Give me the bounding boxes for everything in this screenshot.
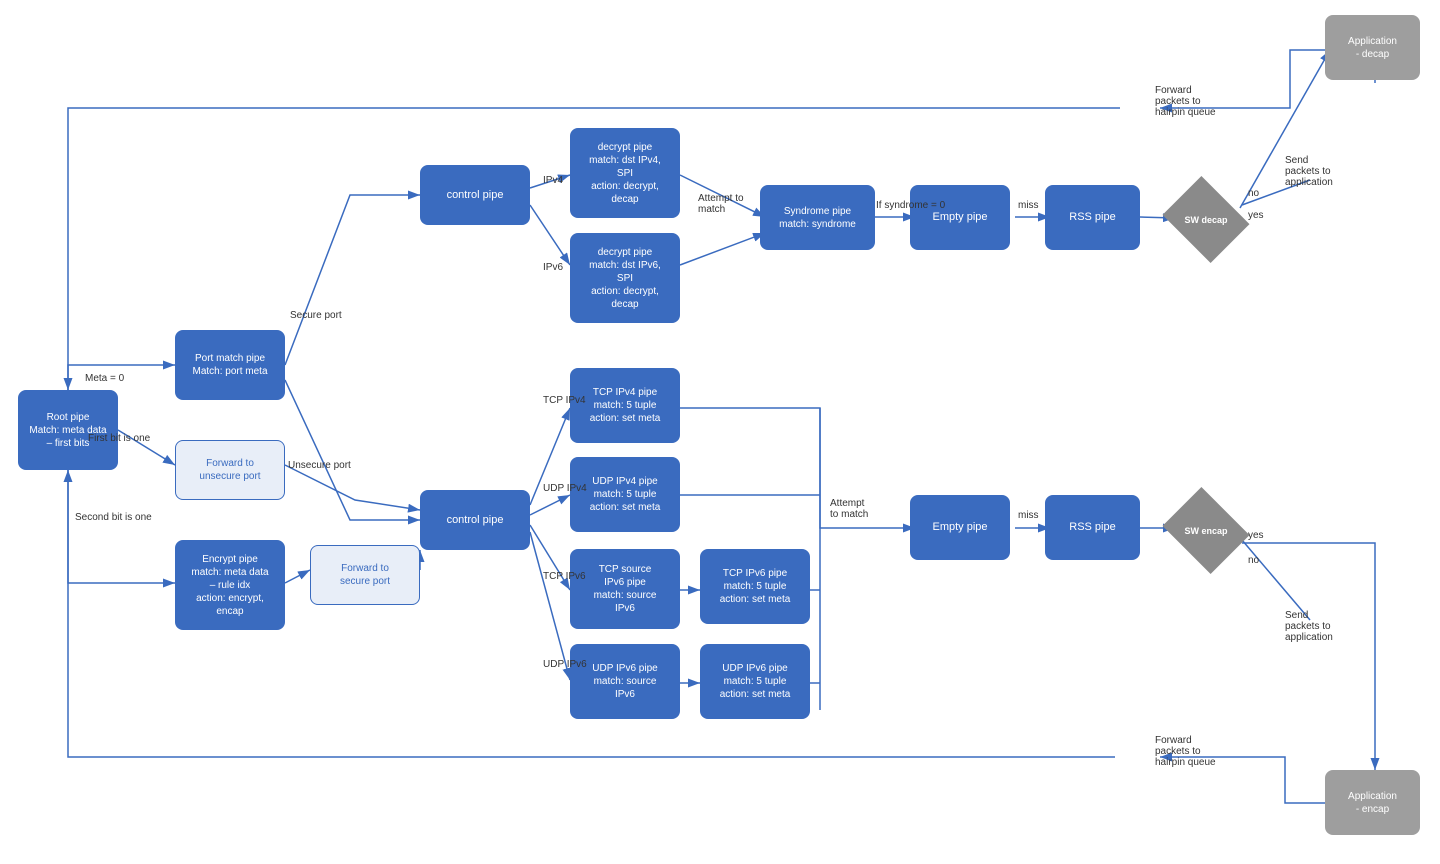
tcp-source-ipv6-pipe: TCP source IPv6 pipe match: source IPv6	[570, 549, 680, 629]
udp-ipv6-pipe-src: UDP IPv6 pipe match: source IPv6	[570, 644, 680, 719]
tcp-ipv6-pipe: TCP IPv6 pipe match: 5 tuple action: set…	[700, 549, 810, 624]
label-no-top: no	[1248, 188, 1259, 199]
sw-encap-diamond: SW encap	[1172, 503, 1240, 558]
forward-unsecure-port: Forward to unsecure port	[175, 440, 285, 500]
decrypt-pipe-ipv4: decrypt pipe match: dst IPv4, SPI action…	[570, 128, 680, 218]
root-pipe: Root pipe Match: meta data – first bits	[18, 390, 118, 470]
sw-decap-diamond: SW decap	[1172, 192, 1240, 247]
label-attempt-match-top: Attempt to match	[698, 193, 744, 215]
syndrome-pipe: Syndrome pipe match: syndrome	[760, 185, 875, 250]
label-first-bit: First bit is one	[88, 433, 150, 444]
rss-pipe-bottom: RSS pipe	[1045, 495, 1140, 560]
label-udp-ipv6: UDP IPv6	[543, 659, 587, 670]
label-no-bottom: no	[1248, 555, 1259, 566]
label-tcp-ipv4: TCP IPv4	[543, 395, 586, 406]
label-forward-hairpin-bottom: Forward packets to hairpin queue	[1155, 735, 1216, 768]
label-miss-top: miss	[1018, 200, 1039, 211]
rss-pipe-top: RSS pipe	[1045, 185, 1140, 250]
label-forward-hairpin-top: Forward packets to hairpin queue	[1155, 85, 1216, 118]
label-meta-0: Meta = 0	[85, 373, 124, 384]
decrypt-pipe-ipv6: decrypt pipe match: dst IPv6, SPI action…	[570, 233, 680, 323]
label-secure-port: Secure port	[290, 310, 342, 321]
control-pipe-top: control pipe	[420, 165, 530, 225]
empty-pipe-bottom: Empty pipe	[910, 495, 1010, 560]
encrypt-pipe: Encrypt pipe match: meta data – rule idx…	[175, 540, 285, 630]
label-send-app-bottom: Send packets to application	[1285, 610, 1333, 643]
label-if-syndrome: If syndrome = 0	[876, 200, 945, 211]
label-second-bit: Second bit is one	[75, 512, 152, 523]
label-send-app-top: Send packets to application	[1285, 155, 1333, 188]
empty-pipe-top: Empty pipe	[910, 185, 1010, 250]
label-udp-ipv4: UDP IPv4	[543, 483, 587, 494]
tcp-ipv4-pipe: TCP IPv4 pipe match: 5 tuple action: set…	[570, 368, 680, 443]
udp-ipv6-pipe: UDP IPv6 pipe match: 5 tuple action: set…	[700, 644, 810, 719]
udp-ipv4-pipe: UDP IPv4 pipe match: 5 tuple action: set…	[570, 457, 680, 532]
label-yes-top: yes	[1248, 210, 1264, 221]
control-pipe-bottom: control pipe	[420, 490, 530, 550]
label-unsecure-port: Unsecure port	[288, 460, 351, 471]
label-attempt-match-bottom: Attempt to match	[830, 498, 868, 520]
label-miss-bottom: miss	[1018, 510, 1039, 521]
port-match-pipe: Port match pipe Match: port meta	[175, 330, 285, 400]
diagram: Root pipe Match: meta data – first bits …	[0, 0, 1440, 864]
app-decap: Application - decap	[1325, 15, 1420, 80]
label-ipv6: IPv6	[543, 262, 563, 273]
forward-secure-port: Forward to secure port	[310, 545, 420, 605]
label-ipv4: IPv4	[543, 175, 563, 186]
label-tcp-ipv6: TCP IPv6	[543, 571, 586, 582]
app-encap: Application - encap	[1325, 770, 1420, 835]
label-yes-bottom: yes	[1248, 530, 1264, 541]
arrows-layer	[0, 0, 1440, 864]
